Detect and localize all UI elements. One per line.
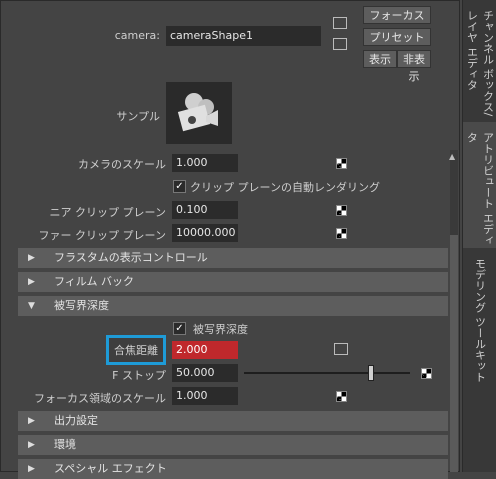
sample-thumbnail xyxy=(166,82,232,144)
scroll-up-arrow-icon[interactable]: ▲ xyxy=(449,152,455,161)
focus-distance-field[interactable]: 2.000 xyxy=(172,341,238,359)
section-output[interactable]: ▶ 出力設定 xyxy=(18,411,448,431)
focus-region-scale-field[interactable]: 1.000 xyxy=(172,387,238,405)
tab-channel-box-label: チャンネル ボックス/レイヤ エディタ xyxy=(465,10,495,117)
output-connection-icon[interactable] xyxy=(333,38,347,50)
focus-button[interactable]: フォーカス xyxy=(363,6,431,24)
camera-scale-field[interactable]: 1.000 xyxy=(172,154,238,172)
fstop-slider-track[interactable] xyxy=(244,372,410,374)
tab-attribute-editor[interactable]: アトリビュート エディタ xyxy=(462,122,496,248)
texture-map-icon[interactable] xyxy=(336,391,347,402)
camera-scale-label: カメラのスケール xyxy=(78,158,166,171)
tab-modeling-toolkit[interactable]: モデリング ツールキット xyxy=(462,248,496,472)
camera-preview-icon xyxy=(177,93,218,132)
section-special-effects[interactable]: ▶ スペシャル エフェクト xyxy=(18,459,448,479)
texture-map-icon[interactable] xyxy=(336,158,347,169)
texture-map-icon[interactable] xyxy=(421,368,432,379)
camera-name-field[interactable]: cameraShape1 xyxy=(166,26,321,46)
fstop-slider-handle[interactable] xyxy=(368,365,374,381)
tab-modeling-toolkit-label: モデリング ツールキット xyxy=(473,258,487,383)
texture-map-icon[interactable] xyxy=(336,205,347,216)
auto-render-clip-label: クリップ プレーンの自動レンダリング xyxy=(190,181,380,194)
section-dof[interactable]: ▼ 被写界深度 xyxy=(18,296,448,316)
tab-attribute-editor-label: アトリビュート エディタ xyxy=(465,132,495,246)
expand-arrow-icon: ▶ xyxy=(28,277,35,287)
section-environment[interactable]: ▶ 環境 xyxy=(18,435,448,455)
section-dof-label: 被写界深度 xyxy=(54,299,109,312)
fstop-label: F ストップ xyxy=(112,369,166,382)
expand-arrow-icon: ▶ xyxy=(28,416,35,426)
sample-label: サンプル xyxy=(116,110,160,123)
expand-arrow-icon: ▶ xyxy=(28,440,35,450)
section-frustum[interactable]: ▶ フラスタムの表示コントロール xyxy=(18,248,448,268)
section-environment-label: 環境 xyxy=(54,438,76,451)
far-clip-field[interactable]: 10000.000 xyxy=(172,224,238,242)
dof-checkbox[interactable]: ✓ xyxy=(173,322,186,335)
focus-region-scale-label: フォーカス領域のスケール xyxy=(34,392,166,405)
camera-label: camera: xyxy=(114,29,160,42)
section-film-back[interactable]: ▶ フィルム バック xyxy=(18,272,448,292)
texture-map-icon[interactable] xyxy=(336,228,347,239)
focus-distance-label: 合焦距離 xyxy=(114,344,158,357)
hide-button[interactable]: 非表示 xyxy=(397,50,431,83)
input-connection-icon[interactable] xyxy=(334,343,348,355)
input-connection-icon[interactable] xyxy=(333,17,347,29)
section-output-label: 出力設定 xyxy=(54,414,98,427)
far-clip-label: ファー クリップ プレーン xyxy=(38,229,166,242)
tab-channel-box[interactable]: チャンネル ボックス/レイヤ エディタ xyxy=(462,0,496,122)
section-film-back-label: フィルム バック xyxy=(54,275,135,288)
fstop-field[interactable]: 50.000 xyxy=(172,364,238,382)
auto-render-clip-checkbox[interactable]: ✓ xyxy=(173,180,186,193)
preset-button[interactable]: プリセット xyxy=(363,28,431,46)
expand-arrow-icon: ▶ xyxy=(28,253,35,263)
expand-arrow-icon: ▶ xyxy=(28,464,35,474)
show-button[interactable]: 表示 xyxy=(363,50,397,68)
dof-checkbox-label: 被写界深度 xyxy=(193,323,248,336)
near-clip-field[interactable]: 0.100 xyxy=(172,201,238,219)
collapse-arrow-icon: ▼ xyxy=(28,301,35,311)
near-clip-label: ニア クリップ プレーン xyxy=(49,206,166,219)
section-frustum-label: フラスタムの表示コントロール xyxy=(54,251,208,264)
scrollbar-thumb[interactable] xyxy=(450,235,458,472)
section-special-effects-label: スペシャル エフェクト xyxy=(54,462,167,475)
